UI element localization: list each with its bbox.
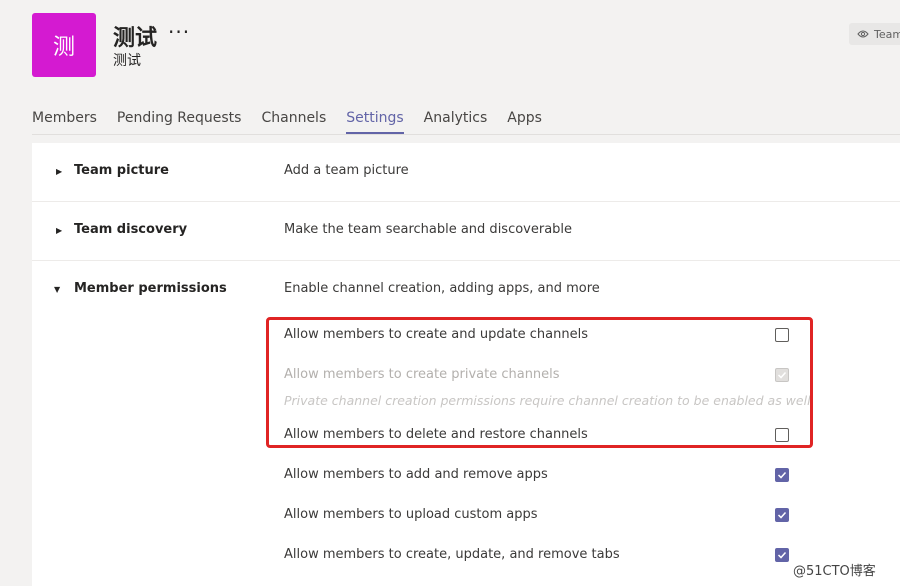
annotation-highlight-box [266, 317, 813, 448]
option-add-remove-apps-label: Allow members to add and remove apps [284, 467, 548, 482]
team-view-button[interactable]: Team [849, 23, 900, 45]
section-divider [32, 201, 900, 202]
team-avatar-glyph: 测 [52, 35, 75, 60]
tab-settings[interactable]: Settings [346, 110, 404, 134]
caret-down-icon[interactable]: ▼ [54, 285, 60, 294]
caret-right-icon[interactable]: ▶ [56, 167, 62, 176]
option-manage-tabs-checkbox[interactable] [775, 548, 789, 562]
tab-pending-requests[interactable]: Pending Requests [117, 110, 242, 134]
section-desc-member-permissions: Enable channel creation, adding apps, an… [284, 281, 600, 296]
more-options-icon[interactable]: ··· [168, 20, 190, 44]
tab-bar: Members Pending Requests Channels Settin… [32, 110, 562, 134]
checkmark-icon [777, 471, 787, 479]
option-upload-custom-apps-checkbox[interactable] [775, 508, 789, 522]
section-divider [32, 260, 900, 261]
section-title-team-discovery[interactable]: Team discovery [74, 222, 187, 237]
option-manage-tabs-label: Allow members to create, update, and rem… [284, 547, 620, 562]
tab-members[interactable]: Members [32, 110, 97, 134]
option-upload-custom-apps-label: Allow members to upload custom apps [284, 507, 538, 522]
checkmark-icon [777, 551, 787, 559]
team-avatar[interactable]: 测 [32, 13, 96, 77]
section-title-member-permissions[interactable]: Member permissions [74, 281, 227, 296]
watermark: @51CTO博客 [793, 564, 876, 579]
settings-panel: ▶ Team picture Add a team picture ▶ Team… [32, 143, 900, 586]
tab-analytics[interactable]: Analytics [424, 110, 488, 134]
tab-divider [32, 134, 900, 135]
tab-channels[interactable]: Channels [261, 110, 326, 134]
tab-apps[interactable]: Apps [507, 110, 542, 134]
team-view-label: Team [874, 27, 900, 41]
checkmark-icon [777, 511, 787, 519]
option-add-remove-apps-checkbox[interactable] [775, 468, 789, 482]
section-desc-team-picture: Add a team picture [284, 163, 409, 178]
team-subtitle: 测试 [113, 53, 141, 69]
eye-icon [857, 30, 869, 38]
section-desc-team-discovery: Make the team searchable and discoverabl… [284, 222, 573, 237]
caret-right-icon[interactable]: ▶ [56, 226, 62, 235]
section-title-team-picture[interactable]: Team picture [74, 163, 169, 178]
team-name: 测试 [113, 26, 158, 51]
